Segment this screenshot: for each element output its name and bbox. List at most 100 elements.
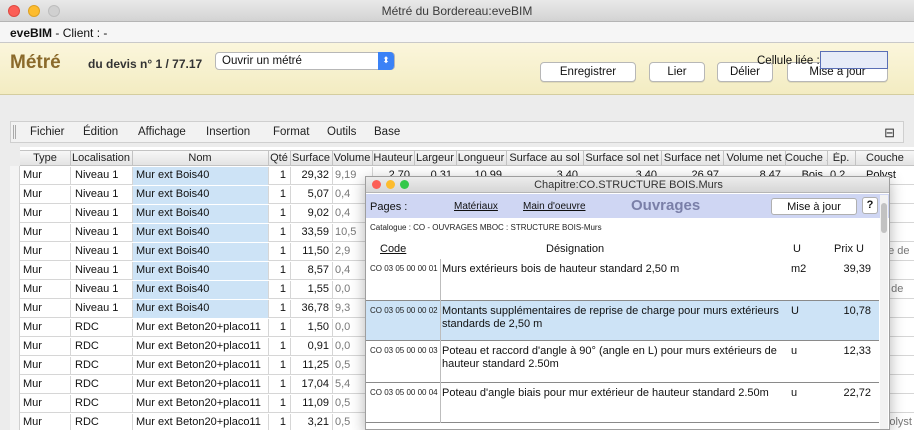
cell-nom[interactable]: Mur ext Bois40 bbox=[136, 245, 266, 257]
col-header-localisation[interactable]: Localisation bbox=[70, 152, 132, 164]
cell-qte[interactable]: 1 bbox=[270, 340, 286, 352]
cell-type[interactable]: Mur bbox=[23, 264, 68, 276]
col-header-surface-sol[interactable]: Surface au sol bbox=[506, 152, 583, 164]
help-button[interactable]: ? bbox=[862, 197, 878, 214]
cell-qte[interactable]: 1 bbox=[270, 321, 286, 333]
cell-volume[interactable]: 9,3 bbox=[335, 302, 365, 314]
cell-qte[interactable]: 1 bbox=[270, 359, 286, 371]
cell-type[interactable]: Mur bbox=[23, 321, 68, 333]
cell-type[interactable]: Mur bbox=[23, 169, 68, 181]
cell-type[interactable]: Mur bbox=[23, 207, 68, 219]
col-header-surface-sol-net[interactable]: Surface sol net bbox=[583, 152, 661, 164]
cell-localisation[interactable]: RDC bbox=[75, 359, 130, 371]
cell-nom[interactable]: Mur ext Bois40 bbox=[136, 302, 266, 314]
save-button[interactable]: Enregistrer bbox=[540, 62, 636, 82]
popup-scrollbar[interactable] bbox=[880, 195, 888, 429]
col-header-longueur[interactable]: Longueur bbox=[456, 152, 506, 164]
cell-volume[interactable]: 5,4 bbox=[335, 378, 365, 390]
cell-localisation[interactable]: RDC bbox=[75, 397, 130, 409]
col-header-largeur[interactable]: Largeur bbox=[414, 152, 456, 164]
col-header-qte[interactable]: Qté bbox=[268, 152, 290, 164]
col-header-couche1[interactable]: Couche 1 bbox=[785, 152, 827, 164]
cell-volume[interactable]: 0,0 bbox=[335, 321, 365, 333]
cell-volume[interactable]: 0,4 bbox=[335, 207, 365, 219]
cell-volume[interactable]: 0,5 bbox=[335, 359, 365, 371]
cell-qte[interactable]: 1 bbox=[270, 283, 286, 295]
cell-nom[interactable]: Mur ext Bois40 bbox=[136, 169, 266, 181]
cell-type[interactable]: Mur bbox=[23, 416, 68, 428]
cell-surface[interactable]: 33,59 bbox=[292, 226, 329, 238]
cell-volume[interactable]: 2,9 bbox=[335, 245, 365, 257]
cell-type[interactable]: Mur bbox=[23, 226, 68, 238]
linked-cell-field[interactable] bbox=[820, 51, 888, 69]
cell-volume[interactable]: 0,5 bbox=[335, 416, 365, 428]
cell-nom[interactable]: Mur ext Bois40 bbox=[136, 207, 266, 219]
cell-localisation[interactable]: Niveau 1 bbox=[75, 302, 130, 314]
cell-localisation[interactable]: RDC bbox=[75, 378, 130, 390]
cell-type[interactable]: Mur bbox=[23, 378, 68, 390]
cell-type[interactable]: Mur bbox=[23, 340, 68, 352]
cell-volume[interactable]: 0,4 bbox=[335, 264, 365, 276]
cell-qte[interactable]: 1 bbox=[270, 188, 286, 200]
cell-nom[interactable]: Mur ext Beton20+placo11 bbox=[136, 378, 266, 390]
menu-edition[interactable]: Édition bbox=[83, 126, 118, 138]
cell-qte[interactable]: 1 bbox=[270, 264, 286, 276]
col-header-hauteur[interactable]: Hauteur bbox=[372, 152, 414, 164]
cell-qte[interactable]: 1 bbox=[270, 207, 286, 219]
cell-surface[interactable]: 17,04 bbox=[292, 378, 329, 390]
cell-nom[interactable]: Mur ext Bois40 bbox=[136, 188, 266, 200]
cell-volume[interactable]: 0,0 bbox=[335, 283, 365, 295]
cell-type[interactable]: Mur bbox=[23, 245, 68, 257]
cell-nom[interactable]: Mur ext Beton20+placo11 bbox=[136, 340, 266, 352]
ouvrage-row[interactable]: CO 03 05 00 00 04 Poteau d'angle biais po… bbox=[366, 383, 879, 423]
tab-materiaux[interactable]: Matériaux bbox=[454, 201, 498, 212]
col-header-type[interactable]: Type bbox=[20, 152, 70, 164]
cell-localisation[interactable]: Niveau 1 bbox=[75, 245, 130, 257]
cell-localisation[interactable]: Niveau 1 bbox=[75, 226, 130, 238]
cell-nom[interactable]: Mur ext Beton20+placo11 bbox=[136, 321, 266, 333]
cell-volume[interactable]: 0,5 bbox=[335, 397, 365, 409]
cell-surface[interactable]: 11,25 bbox=[292, 359, 329, 371]
cell-surface[interactable]: 8,57 bbox=[292, 264, 329, 276]
col-header-couche[interactable]: Couche bbox=[866, 152, 914, 164]
col-header-nom[interactable]: Nom bbox=[132, 152, 268, 164]
ouvrage-row[interactable]: CO 03 05 00 00 01 Murs extérieurs bois de… bbox=[366, 259, 879, 301]
col-header-ep[interactable]: Ép. bbox=[827, 152, 855, 164]
cell-type[interactable]: Mur bbox=[23, 359, 68, 371]
cell-qte[interactable]: 1 bbox=[270, 245, 286, 257]
cell-localisation[interactable]: Niveau 1 bbox=[75, 264, 130, 276]
cell-nom[interactable]: Mur ext Beton20+placo11 bbox=[136, 359, 266, 371]
cell-qte[interactable]: 1 bbox=[270, 397, 286, 409]
cell-surface[interactable]: 3,21 bbox=[292, 416, 329, 428]
cell-surface[interactable]: 11,09 bbox=[292, 397, 329, 409]
cell-volume[interactable]: 0,0 bbox=[335, 340, 365, 352]
cell-surface[interactable]: 1,50 bbox=[292, 321, 329, 333]
layout-toggle-icon[interactable]: ⊟ bbox=[884, 125, 895, 141]
col-header-volume-net[interactable]: Volume net bbox=[723, 152, 785, 164]
cell-surface[interactable]: 36,78 bbox=[292, 302, 329, 314]
cell-localisation[interactable]: Niveau 1 bbox=[75, 188, 130, 200]
menu-insertion[interactable]: Insertion bbox=[206, 126, 250, 138]
cell-surface[interactable]: 11,50 bbox=[292, 245, 329, 257]
ouvrage-row[interactable]: CO 03 05 00 00 03 Poteau et raccord d'ang… bbox=[366, 341, 879, 383]
menu-base[interactable]: Base bbox=[374, 126, 400, 138]
cell-nom[interactable]: Mur ext Bois40 bbox=[136, 264, 266, 276]
menu-outils[interactable]: Outils bbox=[327, 126, 356, 138]
menu-format[interactable]: Format bbox=[273, 126, 309, 138]
cell-localisation[interactable]: Niveau 1 bbox=[75, 207, 130, 219]
cell-nom[interactable]: Mur ext Bois40 bbox=[136, 283, 266, 295]
menu-affichage[interactable]: Affichage bbox=[138, 126, 186, 138]
cell-qte[interactable]: 1 bbox=[270, 169, 286, 181]
cell-type[interactable]: Mur bbox=[23, 302, 68, 314]
cell-surface[interactable]: 9,02 bbox=[292, 207, 329, 219]
popup-update-button[interactable]: Mise à jour bbox=[771, 198, 857, 215]
cell-qte[interactable]: 1 bbox=[270, 302, 286, 314]
cell-localisation[interactable]: RDC bbox=[75, 416, 130, 428]
cell-volume[interactable]: 9,19 bbox=[335, 169, 365, 181]
cell-localisation[interactable]: RDC bbox=[75, 340, 130, 352]
cell-nom[interactable]: Mur ext Beton20+placo11 bbox=[136, 416, 266, 428]
cell-localisation[interactable]: Niveau 1 bbox=[75, 169, 130, 181]
cell-nom[interactable]: Mur ext Beton20+placo11 bbox=[136, 397, 266, 409]
tab-main-oeuvre[interactable]: Main d'oeuvre bbox=[523, 201, 586, 212]
cell-nom[interactable]: Mur ext Bois40 bbox=[136, 226, 266, 238]
